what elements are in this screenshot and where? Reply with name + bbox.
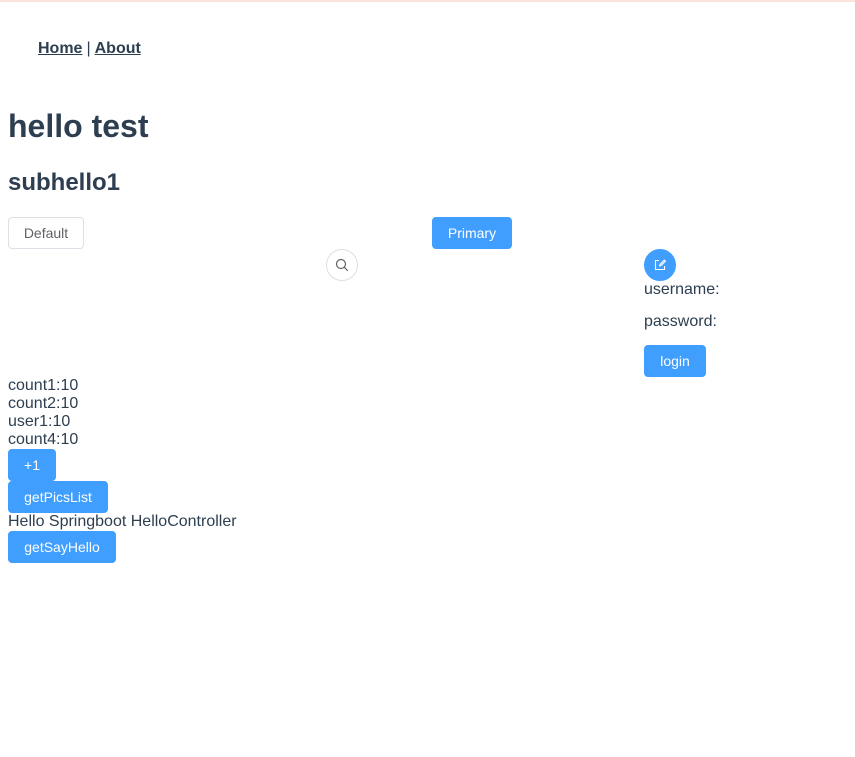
default-button[interactable]: Default — [8, 217, 84, 249]
get-pics-list-button[interactable]: getPicsList — [8, 481, 108, 513]
hello-message: Hello Springboot HelloController — [8, 513, 237, 530]
edit-button[interactable] — [644, 249, 676, 281]
increment-button[interactable]: +1 — [8, 449, 56, 481]
edit-icon — [654, 259, 666, 271]
counter-text: count4:10 — [8, 431, 79, 448]
primary-button[interactable]: Primary — [432, 217, 512, 249]
username-label: username: — [644, 281, 720, 298]
top-border — [0, 0, 855, 2]
counter-text: count2:10 — [8, 395, 79, 412]
nav-separator: | — [86, 40, 91, 57]
login-button[interactable]: login — [644, 345, 706, 377]
nav-link-about[interactable]: About — [95, 40, 141, 57]
counter-text: count1:10 — [8, 377, 79, 394]
top-nav: Home | About — [38, 40, 141, 58]
page-title: hello test — [8, 108, 149, 144]
page-subtitle: subhello1 — [8, 169, 121, 196]
nav-link-home[interactable]: Home — [38, 40, 82, 57]
password-label: password: — [644, 313, 717, 330]
search-icon — [335, 258, 349, 272]
search-button[interactable] — [326, 249, 358, 281]
get-say-hello-button[interactable]: getSayHello — [8, 531, 116, 563]
counter-text: user1:10 — [8, 413, 71, 430]
